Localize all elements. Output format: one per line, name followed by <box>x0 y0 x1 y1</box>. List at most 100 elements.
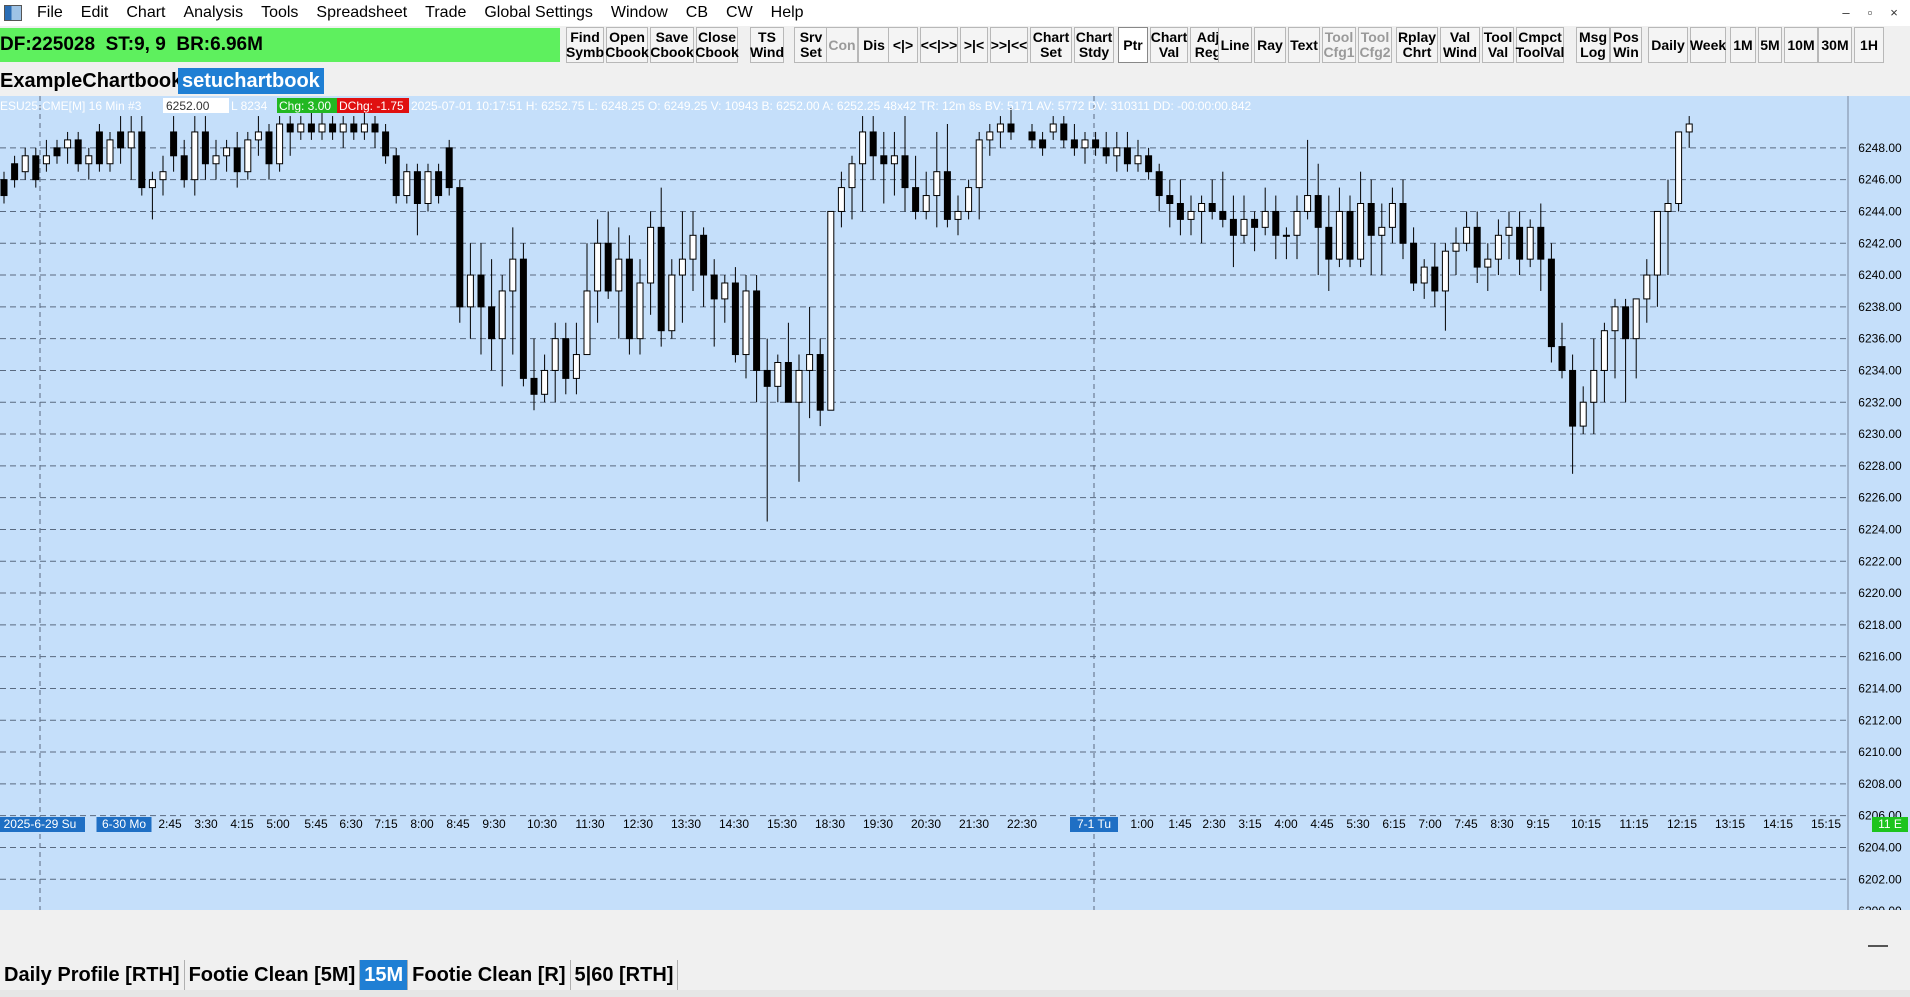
candle-body <box>901 155 909 189</box>
menu-spreadsheet[interactable]: Spreadsheet <box>307 0 416 26</box>
toolbar-button-find-symb[interactable]: Find Symb <box>566 27 604 63</box>
menu-help[interactable]: Help <box>762 0 813 26</box>
tab-footie-clean-r[interactable]: Footie Clean [R] <box>408 960 571 990</box>
candle-body <box>806 354 814 371</box>
chart-symbol-label: ESU25-CME[M] 16 Min #3 <box>0 99 142 113</box>
candle-body <box>1028 131 1036 141</box>
toolbar-button-pos-win[interactable]: Pos Win <box>1610 27 1642 63</box>
toolbar-button-5m[interactable]: 5M <box>1758 27 1782 63</box>
candle-body <box>880 155 888 165</box>
toolbar-button-save-cbook[interactable]: Save Cbook <box>650 27 694 63</box>
candle-body <box>159 171 167 181</box>
menu-file[interactable]: File <box>28 0 72 26</box>
candle-body <box>1473 226 1481 268</box>
candle-body <box>700 234 708 276</box>
x-axis-label: 10:30 <box>527 817 557 831</box>
menu-window[interactable]: Window <box>602 0 677 26</box>
toolbar-button-chart-set[interactable]: Chart Set <box>1030 27 1072 63</box>
candle-body <box>498 290 506 340</box>
toolbar-button-chart-val[interactable]: Chart Val <box>1150 27 1188 63</box>
toolbar-button-text[interactable]: Text <box>1288 27 1320 63</box>
tab-15m[interactable]: 15M <box>360 960 409 990</box>
menu-chart[interactable]: Chart <box>117 0 174 26</box>
last-extra: L 8234 <box>231 99 268 113</box>
toolbar-button-close-cbook[interactable]: Close Cbook <box>695 27 739 63</box>
price-chart[interactable]: 6248.00 6246.00 6244.00 6242.00 6240.00 6238.… <box>0 96 1910 910</box>
menu-cb[interactable]: CB <box>677 0 717 26</box>
toolbar-button-[interactable]: >|< <box>960 27 988 63</box>
candle-body <box>1664 203 1672 212</box>
candle-body <box>350 123 358 133</box>
toolbar-button-1h[interactable]: 1H <box>1854 27 1884 63</box>
candle-body <box>1399 203 1407 244</box>
y-axis-label: 6246.00 <box>1858 173 1902 187</box>
chart-canvas[interactable]: 6248.00 6246.00 6244.00 6242.00 6240.00 6238.… <box>0 96 1910 910</box>
toolbar-button-[interactable]: >>|<< <box>990 27 1028 63</box>
candle-body <box>1431 266 1439 292</box>
candle-body <box>1187 210 1195 220</box>
toolbar-button-rplay-chrt[interactable]: Rplay Chrt <box>1396 27 1438 63</box>
toolbar-button-10m[interactable]: 10M <box>1784 27 1818 63</box>
toolbar-button-[interactable]: <<|>> <box>920 27 958 63</box>
candle-body <box>816 354 824 411</box>
toolbar-button-msg-log[interactable]: Msg Log <box>1576 27 1610 63</box>
menu-analysis[interactable]: Analysis <box>174 0 252 26</box>
chartbook-setup-tab[interactable]: setuchartbook <box>178 68 324 94</box>
toolbar-button-ray[interactable]: Ray <box>1254 27 1286 63</box>
candle-body <box>922 195 930 212</box>
toolbar-button-ts-wind[interactable]: TS Wind <box>750 27 784 63</box>
toolbar-button-[interactable]: <|> <box>888 27 918 63</box>
menu-global-settings[interactable]: Global Settings <box>475 0 602 26</box>
toolbar-button-con[interactable]: Con <box>826 27 858 63</box>
x-axis-label: 22:30 <box>1007 817 1037 831</box>
x-axis-label: 3:30 <box>194 817 218 831</box>
toolbar-button-ptr[interactable]: Ptr <box>1118 27 1148 63</box>
toolbar-button-open-cbook[interactable]: Open Cbook <box>605 27 649 63</box>
toolbar-button-1m[interactable]: 1M <box>1730 27 1756 63</box>
y-axis-label: 6216.00 <box>1858 650 1902 664</box>
candle-body <box>1325 226 1333 260</box>
toolbar-button-dis[interactable]: Dis <box>858 27 890 63</box>
toolbar-button-tool-cfg1[interactable]: Tool Cfg1 <box>1322 27 1356 63</box>
tab-footie-clean-5m[interactable]: Footie Clean [5M] <box>185 960 361 990</box>
y-axis-label: 6220.00 <box>1858 586 1902 600</box>
close-icon[interactable]: × <box>1882 0 1906 26</box>
menu-tools[interactable]: Tools <box>252 0 307 26</box>
x-axis-label: 13:15 <box>1715 817 1745 831</box>
toolbar-button-tool-cfg2[interactable]: Tool Cfg2 <box>1358 27 1392 63</box>
restore-icon[interactable]: ▫ <box>1858 0 1882 26</box>
toolbar-button-daily[interactable]: Daily <box>1648 27 1688 63</box>
candle-body <box>1611 306 1619 332</box>
x-axis-label: 2:45 <box>158 817 182 831</box>
toolbar-button-srv-set[interactable]: Srv Set <box>794 27 828 63</box>
y-axis-label: 6230.00 <box>1858 427 1902 441</box>
x-axis-label: 4:45 <box>1310 817 1334 831</box>
toolbar-button-val-wind[interactable]: Val Wind <box>1440 27 1480 63</box>
menu-edit[interactable]: Edit <box>72 0 118 26</box>
chartbook-name[interactable]: ExampleChartbook <box>0 68 182 94</box>
toolbar-button-chart-stdy[interactable]: Chart Stdy <box>1074 27 1114 63</box>
tab-5-60-rth[interactable]: 5|60 [RTH] <box>571 960 679 990</box>
candle-body <box>1335 210 1343 260</box>
toolbar-button-tool-val[interactable]: Tool Val <box>1482 27 1514 63</box>
candle-body <box>1494 234 1502 260</box>
y-axis-label: 6242.00 <box>1858 236 1902 250</box>
menu-trade[interactable]: Trade <box>416 0 475 26</box>
candle-body <box>360 123 368 133</box>
candle-body <box>233 147 241 173</box>
toolbar-button-week[interactable]: Week <box>1690 27 1726 63</box>
toolbar-button-line[interactable]: Line <box>1218 27 1252 63</box>
candle-body <box>594 242 602 292</box>
candle-body <box>742 290 750 356</box>
candle-body <box>625 258 633 340</box>
candle-body <box>1166 195 1174 205</box>
tab-daily-profile-rth[interactable]: Daily Profile [RTH] <box>0 960 185 990</box>
toolbar-button-30m[interactable]: 30M <box>1818 27 1852 63</box>
toolbar-button-cmpct-toolval[interactable]: Cmpct ToolVal <box>1516 27 1564 63</box>
minimize-icon[interactable]: – <box>1834 0 1858 26</box>
menu-cw[interactable]: CW <box>717 0 762 26</box>
candle-body <box>636 282 644 340</box>
chart-ohlc-info: 2025-07-01 10:17:51 H: 6252.75 L: 6248.2… <box>411 99 1252 113</box>
candle-body <box>784 362 792 403</box>
scroll-indicator[interactable] <box>1868 945 1888 947</box>
